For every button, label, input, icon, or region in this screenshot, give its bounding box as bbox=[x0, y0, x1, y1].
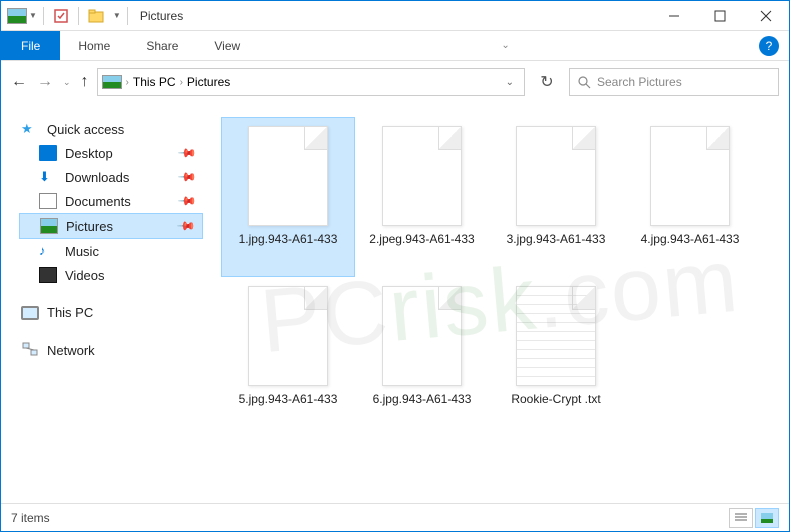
downloads-icon: ⬇ bbox=[39, 169, 57, 185]
sidebar-this-pc[interactable]: This PC bbox=[19, 301, 203, 324]
file-thumb-icon bbox=[248, 126, 328, 226]
window-title: Pictures bbox=[140, 9, 183, 23]
app-icon[interactable] bbox=[7, 8, 27, 24]
desktop-icon bbox=[39, 145, 57, 161]
music-icon: ♪ bbox=[39, 243, 57, 259]
sidebar-label: Network bbox=[47, 343, 95, 358]
sidebar-network[interactable]: Network bbox=[19, 338, 203, 362]
app-dropdown-icon[interactable]: ▼ bbox=[29, 11, 37, 20]
status-bar: 7 items bbox=[1, 503, 789, 531]
ribbon: File Home Share View ⌄ ? bbox=[1, 31, 789, 61]
sidebar-item-music[interactable]: ♪ Music bbox=[19, 239, 203, 263]
file-thumb-icon bbox=[382, 126, 462, 226]
videos-icon bbox=[39, 267, 57, 283]
sidebar-label: Documents bbox=[65, 194, 131, 209]
new-folder-button[interactable] bbox=[85, 5, 107, 27]
titlebar: ▼ ▼ Pictures bbox=[1, 1, 789, 31]
breadcrumb-part[interactable]: Pictures bbox=[187, 75, 230, 89]
file-name: 2.jpeg.943-A61-433 bbox=[365, 232, 478, 248]
tab-view[interactable]: View bbox=[196, 31, 258, 60]
file-item[interactable]: 2.jpeg.943-A61-433 bbox=[355, 117, 489, 277]
properties-button[interactable] bbox=[50, 5, 72, 27]
details-view-button[interactable] bbox=[729, 508, 753, 528]
quick-access-toolbar: ▼ ▼ bbox=[1, 5, 132, 27]
sidebar-item-videos[interactable]: Videos bbox=[19, 263, 203, 287]
qat-customize-icon[interactable]: ▼ bbox=[113, 11, 121, 20]
nav-arrows: ← → ⌄ ↑ bbox=[11, 73, 89, 91]
location-icon bbox=[102, 75, 122, 89]
chevron-right-icon[interactable]: › bbox=[126, 77, 129, 88]
file-name: 4.jpg.943-A61-433 bbox=[637, 232, 744, 248]
back-button[interactable]: ← bbox=[11, 73, 27, 91]
search-placeholder: Search Pictures bbox=[597, 75, 682, 89]
sidebar-item-pictures[interactable]: Pictures 📌 bbox=[19, 213, 203, 239]
help-icon[interactable]: ? bbox=[759, 36, 779, 56]
file-thumb-txt-icon bbox=[516, 286, 596, 386]
file-thumb-icon bbox=[248, 286, 328, 386]
search-icon bbox=[578, 76, 591, 89]
file-name: 3.jpg.943-A61-433 bbox=[503, 232, 610, 248]
network-icon bbox=[21, 342, 39, 358]
recent-dropdown-icon[interactable]: ⌄ bbox=[63, 77, 71, 88]
file-tab[interactable]: File bbox=[1, 31, 60, 60]
pin-icon: 📌 bbox=[177, 167, 197, 187]
thumbnails-view-button[interactable] bbox=[755, 508, 779, 528]
maximize-button[interactable] bbox=[697, 1, 743, 31]
forward-button[interactable]: → bbox=[37, 73, 53, 91]
pictures-icon bbox=[40, 218, 58, 234]
file-item[interactable]: 4.jpg.943-A61-433 bbox=[623, 117, 757, 277]
file-item[interactable]: 6.jpg.943-A61-433 bbox=[355, 277, 489, 437]
file-name: Rookie-Crypt .txt bbox=[507, 392, 604, 408]
file-name: 5.jpg.943-A61-433 bbox=[235, 392, 342, 408]
refresh-button[interactable]: ↻ bbox=[533, 68, 561, 96]
file-name: 1.jpg.943-A61-433 bbox=[235, 232, 342, 248]
navigation-bar: ← → ⌄ ↑ › This PC › Pictures ⌄ ↻ Search … bbox=[1, 61, 789, 103]
pin-icon: 📌 bbox=[177, 191, 197, 211]
file-thumb-icon bbox=[382, 286, 462, 386]
ribbon-expand-icon[interactable]: ⌄ bbox=[501, 40, 509, 51]
separator bbox=[127, 7, 128, 25]
file-item[interactable]: 5.jpg.943-A61-433 bbox=[221, 277, 355, 437]
separator bbox=[43, 7, 44, 25]
sidebar-item-downloads[interactable]: ⬇ Downloads 📌 bbox=[19, 165, 203, 189]
sidebar: ★ Quick access Desktop 📌 ⬇ Downloads 📌 D… bbox=[1, 103, 211, 501]
tab-share[interactable]: Share bbox=[128, 31, 196, 60]
minimize-button[interactable] bbox=[651, 1, 697, 31]
files-pane[interactable]: PCrisk.com 1.jpg.943-A61-433 2.jpeg.943-… bbox=[211, 103, 789, 501]
sidebar-label: This PC bbox=[47, 305, 93, 320]
sidebar-label: Pictures bbox=[66, 219, 113, 234]
sidebar-label: Desktop bbox=[65, 146, 113, 161]
file-thumb-icon bbox=[650, 126, 730, 226]
file-item[interactable]: 1.jpg.943-A61-433 bbox=[221, 117, 355, 277]
separator bbox=[78, 7, 79, 25]
item-count: 7 items bbox=[11, 511, 50, 525]
breadcrumb-part[interactable]: This PC bbox=[133, 75, 176, 89]
sidebar-label: Music bbox=[65, 244, 99, 259]
pin-icon: 📌 bbox=[176, 216, 196, 236]
star-icon: ★ bbox=[21, 121, 39, 137]
sidebar-item-documents[interactable]: Documents 📌 bbox=[19, 189, 203, 213]
breadcrumb[interactable]: › This PC › Pictures ⌄ bbox=[97, 68, 525, 96]
file-thumb-icon bbox=[516, 126, 596, 226]
up-button[interactable]: ↑ bbox=[81, 73, 89, 91]
window-controls bbox=[651, 1, 789, 31]
sidebar-label: Quick access bbox=[47, 122, 124, 137]
pin-icon: 📌 bbox=[177, 143, 197, 163]
close-button[interactable] bbox=[743, 1, 789, 31]
sidebar-label: Videos bbox=[65, 268, 105, 283]
file-item[interactable]: Rookie-Crypt .txt bbox=[489, 277, 623, 437]
tab-home[interactable]: Home bbox=[60, 31, 128, 60]
breadcrumb-dropdown-icon[interactable]: ⌄ bbox=[506, 77, 520, 88]
view-switch bbox=[729, 508, 779, 528]
search-input[interactable]: Search Pictures bbox=[569, 68, 779, 96]
sidebar-item-desktop[interactable]: Desktop 📌 bbox=[19, 141, 203, 165]
sidebar-quick-access[interactable]: ★ Quick access bbox=[19, 117, 203, 141]
documents-icon bbox=[39, 193, 57, 209]
monitor-icon bbox=[21, 306, 39, 320]
file-name: 6.jpg.943-A61-433 bbox=[369, 392, 476, 408]
file-item[interactable]: 3.jpg.943-A61-433 bbox=[489, 117, 623, 277]
content-area: ★ Quick access Desktop 📌 ⬇ Downloads 📌 D… bbox=[1, 103, 789, 501]
sidebar-label: Downloads bbox=[65, 170, 129, 185]
chevron-right-icon[interactable]: › bbox=[180, 77, 183, 88]
